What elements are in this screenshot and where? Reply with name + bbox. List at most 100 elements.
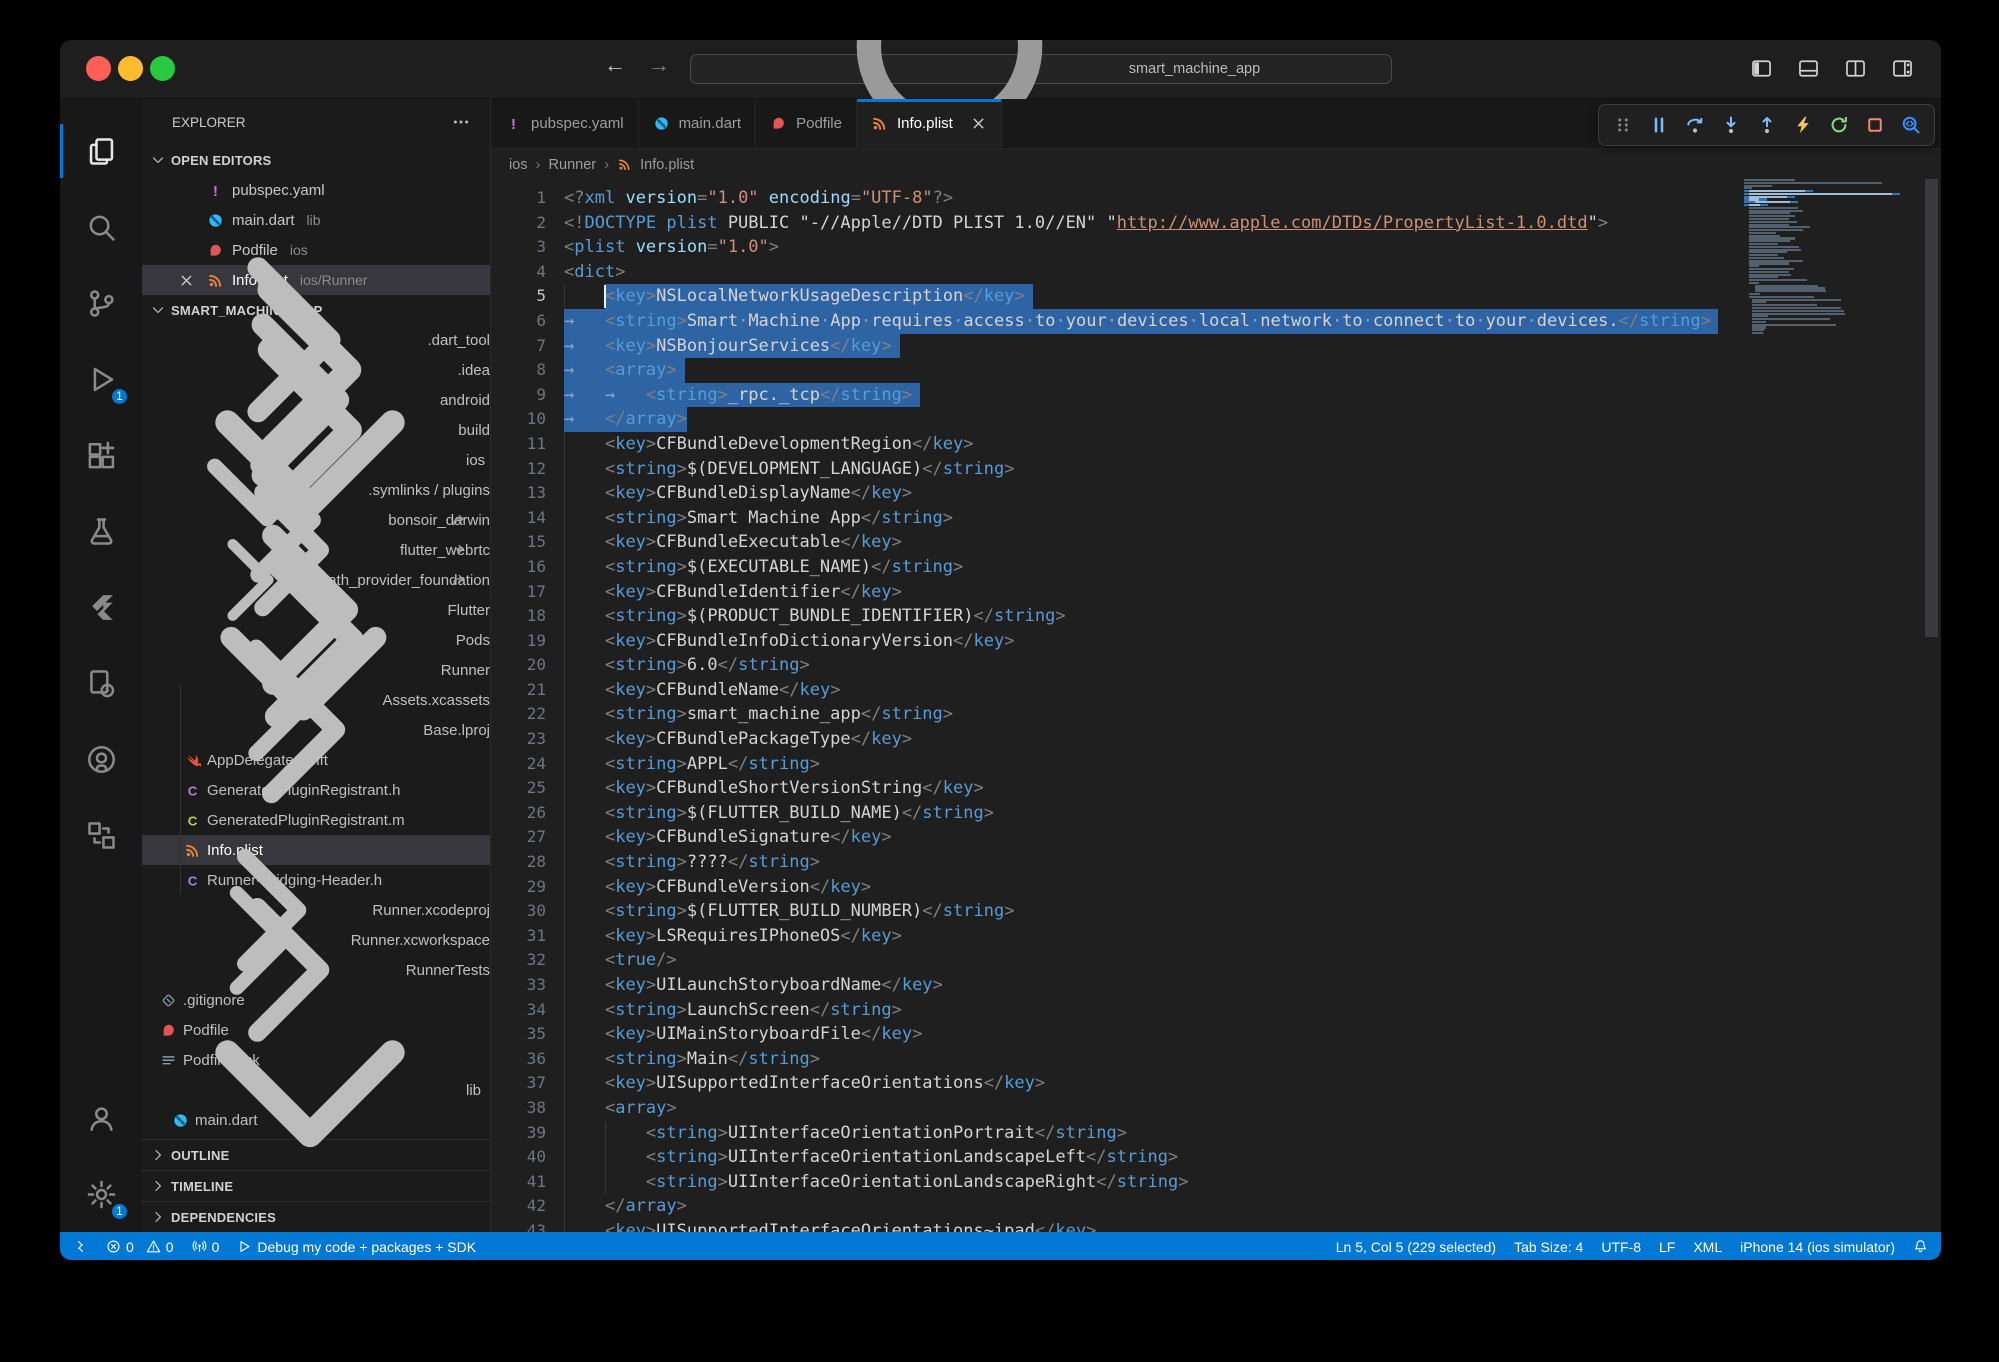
back-icon[interactable]: ← — [602, 52, 628, 78]
code-line-37[interactable]: 37 <key>UISupportedInterfaceOrientations… — [491, 1071, 1941, 1096]
code-line-39[interactable]: 39 <string>UIInterfaceOrientationPortrai… — [491, 1121, 1941, 1146]
code-line-11[interactable]: 11 <key>CFBundleDevelopmentRegion</key> — [491, 432, 1941, 457]
zoom-window-button[interactable] — [150, 56, 175, 81]
minimap[interactable] — [1744, 179, 1902, 335]
code-line-43[interactable]: 43 <key>UISupportedInterfaceOrientations… — [491, 1219, 1941, 1232]
layout-button[interactable] — [1892, 58, 1913, 79]
code-line-42[interactable]: 42 </array> — [491, 1194, 1941, 1219]
activity-item-github[interactable] — [60, 721, 142, 797]
code-line-30[interactable]: 30 <string>$(FLUTTER_BUILD_NUMBER)</stri… — [491, 899, 1941, 924]
toolbar-step-out-button[interactable] — [1750, 109, 1783, 141]
code-line-14[interactable]: 14 <string>Smart Machine App</string> — [491, 506, 1941, 531]
close-window-button[interactable] — [86, 56, 111, 81]
code-line-29[interactable]: 29 <key>CFBundleVersion</key> — [491, 875, 1941, 900]
tree-item-lib[interactable]: lib — [142, 1075, 490, 1105]
tab-Podfile[interactable]: Podfile — [756, 99, 857, 148]
minimize-window-button[interactable] — [118, 56, 143, 81]
code-editor[interactable]: 1<?xml version="1.0" encoding="UTF-8"?>2… — [491, 180, 1941, 1232]
toolbar-step-into-button[interactable] — [1714, 109, 1747, 141]
code-line-31[interactable]: 31 <key>LSRequiresIPhoneOS</key> — [491, 924, 1941, 949]
cursor-position[interactable]: Ln 5, Col 5 (229 selected) — [1327, 1232, 1505, 1260]
notifications[interactable] — [1904, 1232, 1941, 1260]
code-line-28[interactable]: 28 <string>????</string> — [491, 850, 1941, 875]
code-line-20[interactable]: 20 <string>6.0</string> — [491, 653, 1941, 678]
more-actions-icon[interactable] — [452, 113, 470, 131]
tree-item-main.dart[interactable]: main.dart — [142, 1105, 490, 1135]
activity-item-flutter[interactable] — [60, 569, 142, 645]
toolbar-restart-button[interactable] — [1822, 109, 1855, 141]
code-line-35[interactable]: 35 <key>UIMainStoryboardFile</key> — [491, 1022, 1941, 1047]
code-line-15[interactable]: 15 <key>CFBundleExecutable</key> — [491, 530, 1941, 555]
panel-bottom-button[interactable] — [1798, 58, 1819, 79]
code-line-22[interactable]: 22 <string>smart_machine_app</string> — [491, 702, 1941, 727]
activity-item-gear[interactable]: 1 — [60, 1156, 142, 1232]
code-line-2[interactable]: 2<!DOCTYPE plist PUBLIC "-//Apple//DTD P… — [491, 211, 1941, 236]
toolbar-inspect-button[interactable] — [1894, 109, 1927, 141]
activity-item-account[interactable] — [60, 1080, 142, 1156]
problems-status[interactable]: 0 0 — [97, 1232, 183, 1260]
code-line-34[interactable]: 34 <string>LaunchScreen</string> — [491, 998, 1941, 1023]
debug-configuration[interactable]: Debug my code + packages + SDK — [228, 1232, 485, 1260]
code-line-16[interactable]: 16 <string>$(EXECUTABLE_NAME)</string> — [491, 555, 1941, 580]
panel-left-button[interactable] — [1751, 58, 1772, 79]
code-line-18[interactable]: 18 <string>$(PRODUCT_BUNDLE_IDENTIFIER)<… — [491, 604, 1941, 629]
code-line-21[interactable]: 21 <key>CFBundleName</key> — [491, 678, 1941, 703]
activity-item-remote-explorer[interactable] — [60, 797, 142, 873]
open-editor-pubspec.yaml[interactable]: !pubspec.yaml — [142, 175, 490, 205]
forward-icon[interactable]: → — [646, 52, 672, 78]
eol-status[interactable]: LF — [1650, 1232, 1684, 1260]
section-open-editors[interactable]: OPEN EDITORS — [142, 145, 490, 175]
breadcrumb[interactable]: ios›Runner›Info.plist — [491, 149, 1941, 180]
encoding-status[interactable]: UTF-8 — [1592, 1232, 1650, 1260]
code-line-26[interactable]: 26 <string>$(FLUTTER_BUILD_NAME)</string… — [491, 801, 1941, 826]
tab-main.dart[interactable]: main.dart — [639, 99, 757, 148]
code-line-13[interactable]: 13 <key>CFBundleDisplayName</key> — [491, 481, 1941, 506]
breadcrumb-item[interactable]: Runner — [549, 157, 597, 173]
activity-item-debug[interactable]: 1 — [60, 341, 142, 417]
ports-status[interactable]: 0 — [183, 1232, 229, 1260]
remote-indicator[interactable] — [60, 1232, 97, 1260]
code-line-32[interactable]: 32 <true/> — [491, 948, 1941, 973]
device-selector[interactable]: iPhone 14 (ios simulator) — [1731, 1232, 1904, 1260]
code-line-27[interactable]: 27 <key>CFBundleSignature</key> — [491, 825, 1941, 850]
activity-item-run-file[interactable] — [60, 645, 142, 721]
toolbar-stop-button[interactable] — [1858, 109, 1891, 141]
code-line-5[interactable]: 5 <key>NSLocalNetworkUsageDescription</k… — [491, 284, 1941, 309]
tree-item-GeneratedPluginRegistrant.h[interactable]: CGeneratedPluginRegistrant.h — [142, 775, 490, 805]
split-editor-button[interactable] — [1845, 58, 1866, 79]
toolbar-pause-button[interactable] — [1642, 109, 1675, 141]
activity-item-extensions[interactable] — [60, 417, 142, 493]
code-line-1[interactable]: 1<?xml version="1.0" encoding="UTF-8"?> — [491, 186, 1941, 211]
tab-pubspec.yaml[interactable]: !pubspec.yaml — [491, 99, 639, 148]
code-line-25[interactable]: 25 <key>CFBundleShortVersionString</key> — [491, 776, 1941, 801]
code-line-41[interactable]: 41 <string>UIInterfaceOrientationLandsca… — [491, 1170, 1941, 1195]
breadcrumb-item[interactable]: ios — [509, 157, 528, 173]
close-icon[interactable] — [970, 115, 987, 132]
code-line-40[interactable]: 40 <string>UIInterfaceOrientationLandsca… — [491, 1145, 1941, 1170]
indentation-status[interactable]: Tab Size: 4 — [1505, 1232, 1592, 1260]
code-line-36[interactable]: 36 <string>Main</string> — [491, 1047, 1941, 1072]
language-mode[interactable]: XML — [1684, 1232, 1731, 1260]
editor-scrollbar[interactable] — [1925, 179, 1938, 637]
toolbar-bolt-button[interactable] — [1786, 109, 1819, 141]
code-line-12[interactable]: 12 <string>$(DEVELOPMENT_LANGUAGE)</stri… — [491, 457, 1941, 482]
activity-item-search[interactable] — [60, 189, 142, 265]
code-line-23[interactable]: 23 <key>CFBundlePackageType</key> — [491, 727, 1941, 752]
activity-item-files[interactable] — [60, 113, 142, 189]
tree-item-AppDelegate.swift[interactable]: AppDelegate.swift — [142, 745, 490, 775]
toolbar-step-over-button[interactable] — [1678, 109, 1711, 141]
activity-item-source-control[interactable] — [60, 265, 142, 341]
code-line-38[interactable]: 38 <array> — [491, 1096, 1941, 1121]
code-line-4[interactable]: 4<dict> — [491, 260, 1941, 285]
tab-Info.plist[interactable]: Info.plist — [857, 99, 1002, 148]
code-line-6[interactable]: 6→ <string>Smart·Machine·App·requires·ac… — [491, 309, 1941, 334]
code-line-33[interactable]: 33 <key>UILaunchStoryboardName</key> — [491, 973, 1941, 998]
tree-item-Base.lproj[interactable]: Base.lproj — [142, 715, 490, 745]
breadcrumb-item[interactable]: Info.plist — [640, 157, 694, 173]
toolbar-grip-button[interactable] — [1606, 109, 1639, 141]
code-line-3[interactable]: 3<plist version="1.0"> — [491, 235, 1941, 260]
code-line-10[interactable]: 10→ </array> — [491, 407, 1941, 432]
activity-item-beaker[interactable] — [60, 493, 142, 569]
code-line-7[interactable]: 7→ <key>NSBonjourServices</key> — [491, 334, 1941, 359]
code-line-17[interactable]: 17 <key>CFBundleIdentifier</key> — [491, 580, 1941, 605]
